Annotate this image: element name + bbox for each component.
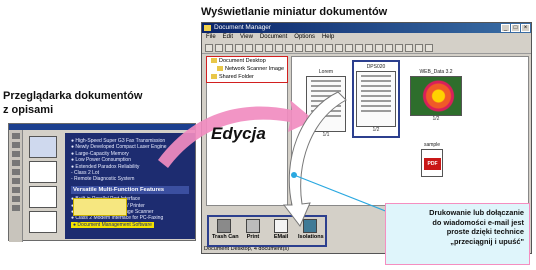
callout-box: Drukowanie lub dołączanie do wiadomości … (385, 203, 530, 265)
callout-line: „przeciągnij i upuść" (450, 236, 524, 246)
callout-line: do wiadomości e-mail jest (432, 217, 524, 227)
edit-label: Edycja (211, 124, 266, 143)
callout-dot (291, 172, 297, 178)
callout-line: proste dzięki technice (446, 227, 524, 237)
callout-line: Drukowanie lub dołączanie (429, 208, 524, 217)
